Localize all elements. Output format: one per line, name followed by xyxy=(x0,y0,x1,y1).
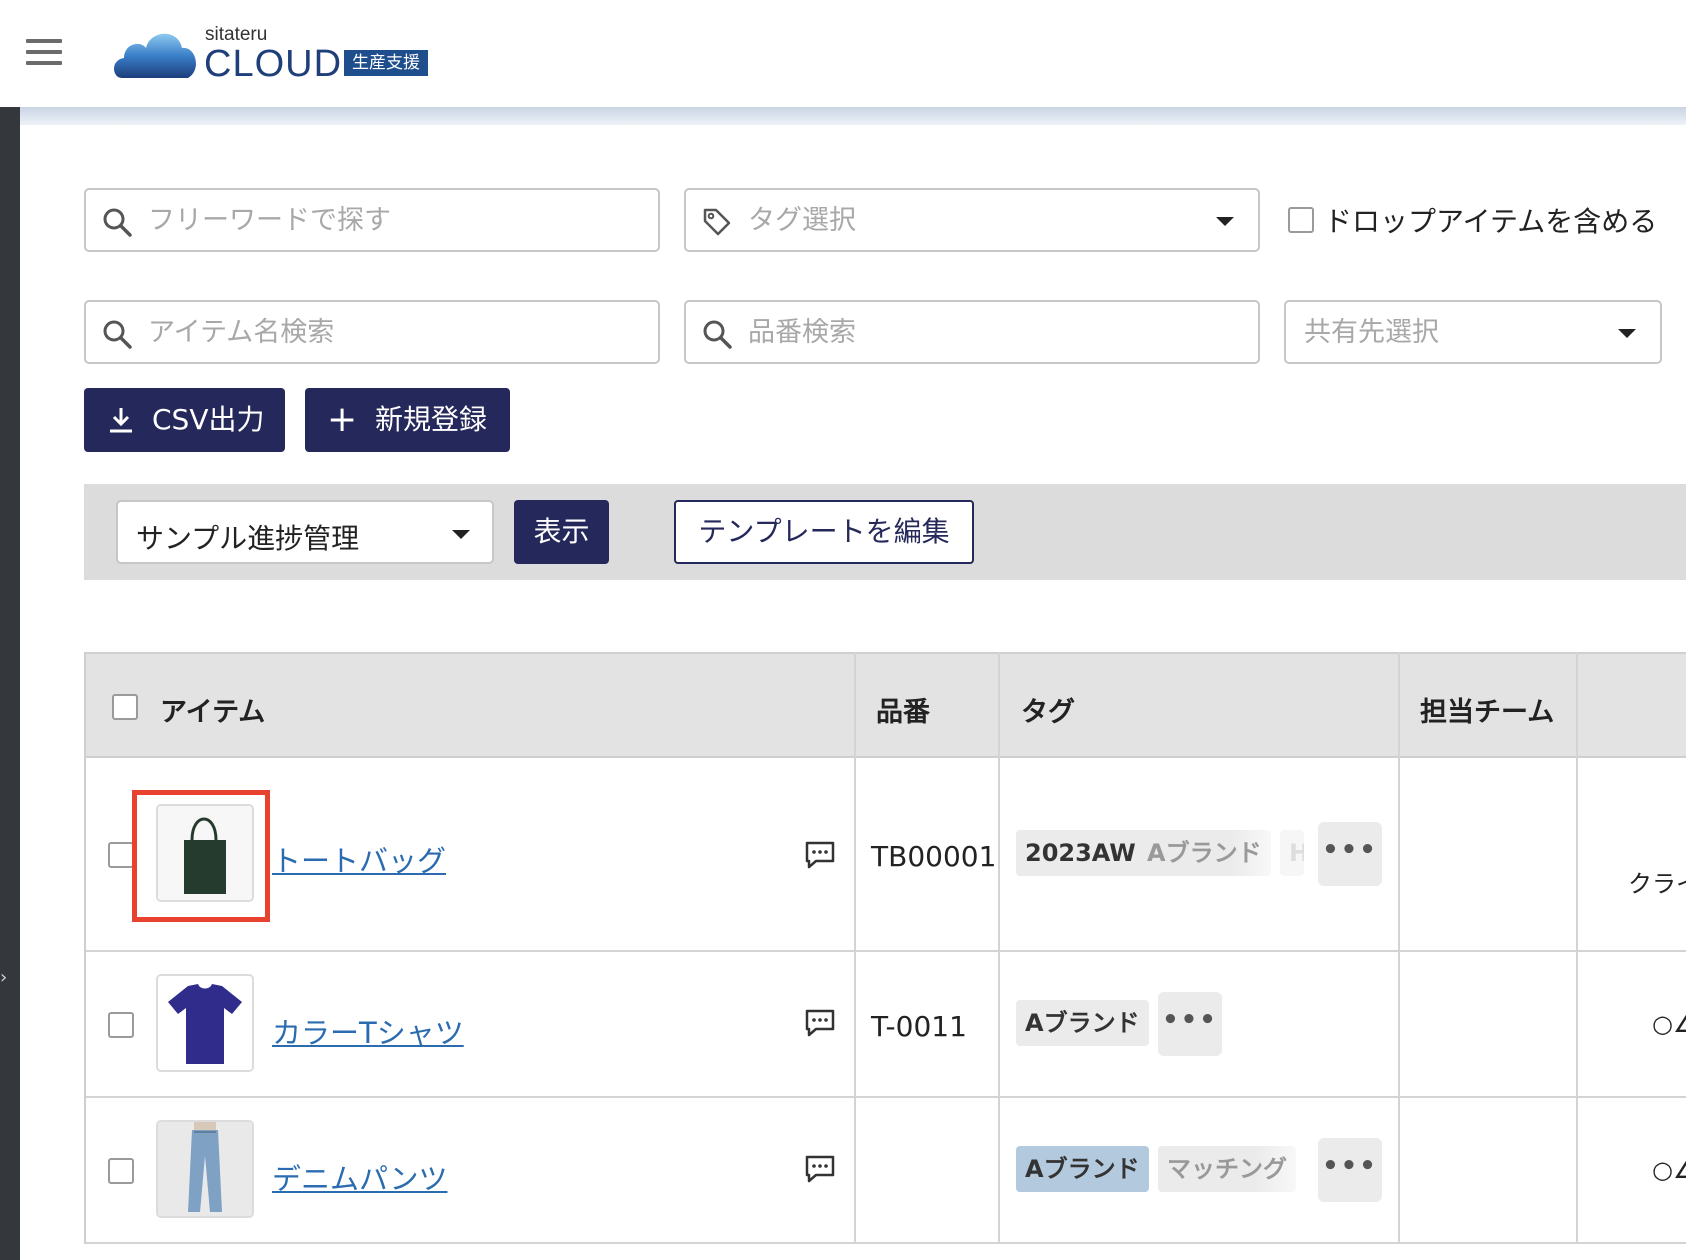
more-tags-button[interactable]: ••• xyxy=(1318,822,1382,886)
sku-value: T-0011 xyxy=(871,1010,967,1043)
show-button[interactable]: 表示 xyxy=(514,500,609,564)
tag-badge: Aブランド xyxy=(1016,1000,1149,1046)
table-row: デニムパンツ Aブランド マッチング ••• ○∠ xyxy=(86,1098,1686,1244)
app-header: sitateru CLOUD 生産支援 xyxy=(0,0,1686,107)
header-team: 担当チーム xyxy=(1420,697,1555,728)
item-link[interactable]: カラーTシャツ xyxy=(272,1010,464,1052)
table-row: トートバッグ TB00001 2023AW Aブランド H ••• クライ xyxy=(86,758,1686,952)
extra-cell: ○∠ xyxy=(1652,1156,1686,1184)
item-name-placeholder: アイテム名検索 xyxy=(148,317,335,348)
chevron-down-icon xyxy=(452,530,470,539)
comment-icon[interactable] xyxy=(804,840,836,870)
logo-main-text: CLOUD xyxy=(204,43,343,85)
item-name-search-input[interactable]: アイテム名検索 xyxy=(84,300,660,364)
header-shadow xyxy=(20,107,1686,125)
items-table: アイテム 品番 タグ 担当チーム トートバッグ TB00001 2023AW A… xyxy=(84,652,1686,1244)
row-checkbox[interactable] xyxy=(108,1158,134,1184)
freeword-search-input[interactable]: フリーワードで探す xyxy=(84,188,660,252)
denim-pants-image xyxy=(158,1122,252,1216)
select-all-checkbox[interactable] xyxy=(112,694,138,720)
item-link[interactable]: トートバッグ xyxy=(272,838,446,880)
template-bar: サンプル進捗管理 表示 テンプレートを編集 xyxy=(84,484,1686,580)
search-icon xyxy=(703,320,732,349)
new-register-button[interactable]: + 新規登録 xyxy=(305,388,510,452)
logo[interactable]: sitateru CLOUD 生産支援 xyxy=(112,24,452,85)
table-header: アイテム 品番 タグ 担当チーム xyxy=(86,652,1686,758)
freeword-placeholder: フリーワードで探す xyxy=(148,205,391,236)
logo-badge: 生産支援 xyxy=(344,50,428,76)
tag-badge: Aブランド xyxy=(1016,1146,1149,1192)
tshirt-image xyxy=(158,976,252,1070)
table-row: カラーTシャツ T-0011 Aブランド ••• ○∠ xyxy=(86,952,1686,1098)
hamburger-menu-icon[interactable] xyxy=(26,39,62,67)
sku-value: TB00001 xyxy=(871,840,997,873)
highlight-box xyxy=(132,790,270,922)
chevron-right-icon[interactable]: › xyxy=(0,967,7,988)
tag-badge: H xyxy=(1280,830,1304,876)
plus-icon: + xyxy=(327,399,358,440)
tag-icon xyxy=(703,208,731,236)
row-checkbox[interactable] xyxy=(108,1012,134,1038)
item-thumbnail[interactable] xyxy=(156,1120,254,1218)
row-checkbox[interactable] xyxy=(108,842,134,868)
item-link[interactable]: デニムパンツ xyxy=(272,1156,447,1198)
tag-placeholder: タグ選択 xyxy=(748,205,856,236)
include-drop-label: ドロップアイテムを含める xyxy=(1324,205,1658,238)
share-select[interactable]: 共有先選択 xyxy=(1284,300,1662,364)
header-sku: 品番 xyxy=(876,697,930,728)
header-tag: タグ xyxy=(1021,697,1075,728)
comment-icon[interactable] xyxy=(804,1008,836,1038)
edit-template-button[interactable]: テンプレートを編集 xyxy=(674,500,974,564)
tag-select[interactable]: タグ選択 xyxy=(684,188,1260,252)
search-icon xyxy=(103,320,132,349)
header-item: アイテム xyxy=(160,697,266,728)
item-thumbnail[interactable] xyxy=(156,974,254,1072)
extra-cell: クライ xyxy=(1628,870,1686,898)
sku-search-input[interactable]: 品番検索 xyxy=(684,300,1260,364)
new-register-label: 新規登録 xyxy=(375,403,488,436)
template-select-value: サンプル進捗管理 xyxy=(136,522,360,555)
download-icon xyxy=(110,408,132,433)
search-icon xyxy=(103,208,132,237)
sku-placeholder: 品番検索 xyxy=(748,317,856,348)
share-placeholder: 共有先選択 xyxy=(1304,317,1439,348)
cloud-logo-icon xyxy=(114,33,196,78)
csv-export-button[interactable]: CSV出力 xyxy=(84,388,285,452)
chevron-down-icon xyxy=(1216,217,1234,226)
more-tags-button[interactable]: ••• xyxy=(1158,992,1222,1056)
template-select[interactable]: サンプル進捗管理 xyxy=(116,500,494,564)
csv-export-label: CSV出力 xyxy=(152,403,265,436)
extra-cell: ○∠ xyxy=(1652,1010,1686,1038)
include-drop-checkbox[interactable]: ドロップアイテムを含める xyxy=(1288,200,1657,240)
include-drop-checkbox-box[interactable] xyxy=(1288,207,1314,233)
comment-icon[interactable] xyxy=(804,1154,836,1184)
tag-badge: マッチング xyxy=(1158,1146,1296,1192)
chevron-down-icon xyxy=(1618,329,1636,338)
tag-badge: 2023AW xyxy=(1016,830,1145,876)
side-rail[interactable]: › xyxy=(0,107,20,1260)
tag-badge: Aブランド xyxy=(1138,830,1271,876)
more-tags-button[interactable]: ••• xyxy=(1318,1138,1382,1202)
